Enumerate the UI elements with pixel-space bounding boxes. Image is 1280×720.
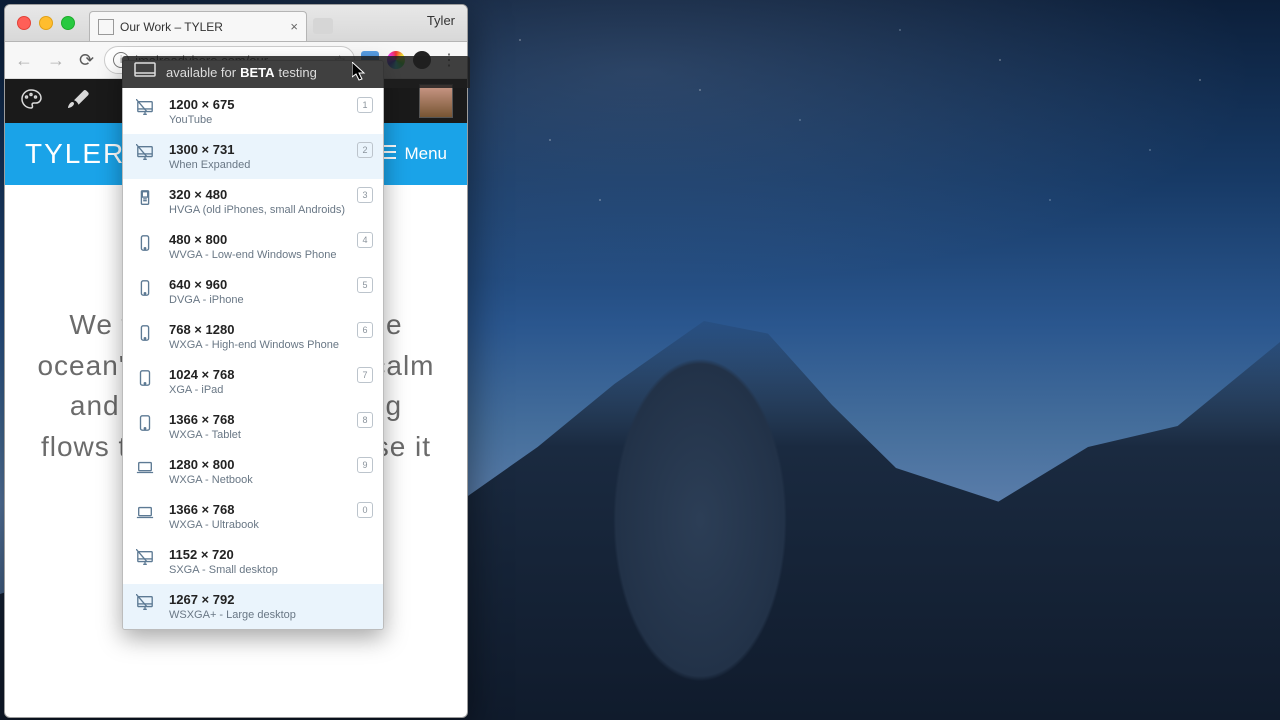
new-tab-button[interactable] — [313, 18, 333, 34]
resize-option[interactable]: 1152 × 720 SXGA - Small desktop — [123, 539, 383, 584]
feature-icon — [135, 187, 155, 207]
resize-option[interactable]: 1267 × 792 WSXGA+ - Large desktop — [123, 584, 383, 629]
resize-option-resolution: 1024 × 768 — [169, 367, 234, 382]
palette-icon[interactable] — [19, 87, 43, 116]
nav-forward-button: → — [43, 50, 69, 71]
window-maximize-button[interactable] — [61, 16, 75, 30]
tab-favicon — [98, 19, 114, 35]
site-menu-button[interactable]: Menu — [378, 144, 447, 164]
resize-option-resolution: 480 × 800 — [169, 232, 337, 247]
resize-option-resolution: 768 × 1280 — [169, 322, 339, 337]
resize-option[interactable]: 768 × 1280 WXGA - High-end Windows Phone 6 — [123, 314, 383, 359]
desktop-icon — [135, 547, 155, 567]
resize-option[interactable]: 480 × 800 WVGA - Low-end Windows Phone 4 — [123, 224, 383, 269]
resize-option-hotkey: 5 — [357, 277, 373, 293]
resize-option-resolution: 1200 × 675 — [169, 97, 234, 112]
resize-option-description: YouTube — [169, 114, 234, 126]
resize-option[interactable]: 1366 × 768 WXGA - Ultrabook 0 — [123, 494, 383, 539]
desktop-icon — [135, 97, 155, 117]
resize-option-hotkey: 7 — [357, 367, 373, 383]
nav-reload-button[interactable]: ⟳ — [75, 50, 98, 71]
resize-option-resolution: 640 × 960 — [169, 277, 244, 292]
phone-icon — [135, 232, 155, 252]
resize-option-resolution: 320 × 480 — [169, 187, 345, 202]
resize-option[interactable]: 1200 × 675 YouTube 1 — [123, 89, 383, 134]
resize-option[interactable]: 1280 × 800 WXGA - Netbook 9 — [123, 449, 383, 494]
resize-option-hotkey: 8 — [357, 412, 373, 428]
tablet-icon — [135, 367, 155, 387]
resize-option[interactable]: 640 × 960 DVGA - iPhone 5 — [123, 269, 383, 314]
resize-option[interactable]: 1366 × 768 WXGA - Tablet 8 — [123, 404, 383, 449]
nav-back-button[interactable]: ← — [11, 50, 37, 71]
popup-header-prefix: available for — [166, 65, 236, 80]
traffic-lights — [5, 16, 75, 30]
resize-option-hotkey: 9 — [357, 457, 373, 473]
laptop-icon — [135, 457, 155, 477]
window-minimize-button[interactable] — [39, 16, 53, 30]
window-titlebar[interactable]: Our Work – TYLER × Tyler — [5, 5, 467, 42]
resize-popup[interactable]: 1200 × 675 YouTube 1 1300 × 731 When Expande… — [122, 60, 384, 630]
mouse-cursor — [352, 62, 368, 87]
resize-option-hotkey: 0 — [357, 502, 373, 518]
resize-option[interactable]: 1300 × 731 When Expanded 2 — [123, 134, 383, 179]
laptop-icon — [135, 502, 155, 522]
resize-option-description: WXGA - Netbook — [169, 474, 253, 486]
popup-header-suffix: testing — [279, 65, 317, 80]
resize-option-resolution: 1366 × 768 — [169, 412, 241, 427]
resize-option-hotkey: 1 — [357, 97, 373, 113]
tab-close-icon[interactable]: × — [290, 19, 298, 34]
phone-icon — [135, 322, 155, 342]
resize-option-hotkey: 6 — [357, 322, 373, 338]
phone-icon — [135, 277, 155, 297]
tab-strip: Our Work – TYLER × — [89, 11, 333, 41]
resize-option-description: WXGA - Ultrabook — [169, 519, 259, 531]
site-brand[interactable]: TYLER — [25, 138, 125, 170]
desktop-icon — [135, 592, 155, 612]
browser-tab[interactable]: Our Work – TYLER × — [89, 11, 307, 41]
window-close-button[interactable] — [17, 16, 31, 30]
popup-header: available for BETA testing — [122, 56, 470, 88]
resize-option-description: When Expanded — [169, 159, 250, 171]
resize-option-hotkey: 4 — [357, 232, 373, 248]
resize-option-resolution: 1280 × 800 — [169, 457, 253, 472]
popup-header-bold: BETA — [240, 65, 274, 80]
resize-option-resolution: 1152 × 720 — [169, 547, 278, 562]
tab-title: Our Work – TYLER — [120, 20, 223, 34]
resize-option-resolution: 1300 × 731 — [169, 142, 250, 157]
resize-popup-list: 1200 × 675 YouTube 1 1300 × 731 When Expande… — [123, 89, 383, 629]
resize-option[interactable]: 320 × 480 HVGA (old iPhones, small Androi… — [123, 179, 383, 224]
resize-option-description: WXGA - Tablet — [169, 429, 241, 441]
desktop-icon — [135, 142, 155, 162]
resize-option-description: XGA - iPad — [169, 384, 234, 396]
resize-option-description: DVGA - iPhone — [169, 294, 244, 306]
resize-option-hotkey: 3 — [357, 187, 373, 203]
resize-option-resolution: 1267 × 792 — [169, 592, 296, 607]
profile-name[interactable]: Tyler — [427, 13, 455, 28]
resize-option-description: WSXGA+ - Large desktop — [169, 609, 296, 621]
site-menu-label: Menu — [404, 144, 447, 164]
resize-option[interactable]: 1024 × 768 XGA - iPad 7 — [123, 359, 383, 404]
brush-icon[interactable] — [65, 87, 89, 116]
resize-option-hotkey: 2 — [357, 142, 373, 158]
resize-option-description: WVGA - Low-end Windows Phone — [169, 249, 337, 261]
resize-option-description: SXGA - Small desktop — [169, 564, 278, 576]
resize-option-description: HVGA (old iPhones, small Androids) — [169, 204, 345, 216]
resize-option-description: WXGA - High-end Windows Phone — [169, 339, 339, 351]
resize-option-resolution: 1366 × 768 — [169, 502, 259, 517]
popup-header-device-icon — [134, 62, 156, 83]
user-avatar[interactable] — [419, 84, 453, 118]
tablet-icon — [135, 412, 155, 432]
